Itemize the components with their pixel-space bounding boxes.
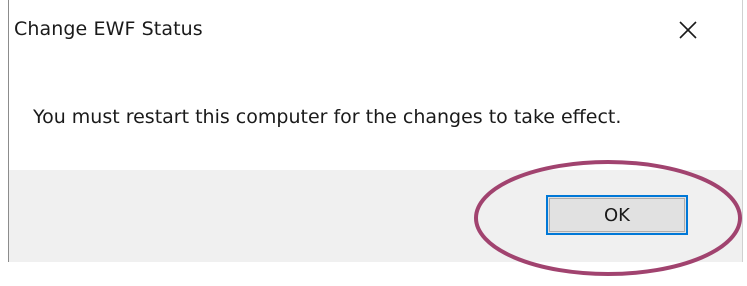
ok-button[interactable]: OK: [546, 195, 688, 235]
close-button[interactable]: [672, 14, 704, 46]
dialog-title: Change EWF Status: [14, 18, 203, 40]
close-icon: [679, 21, 697, 39]
dialog-message: You must restart this computer for the c…: [33, 106, 622, 128]
dialog-right-border: [742, 0, 743, 262]
